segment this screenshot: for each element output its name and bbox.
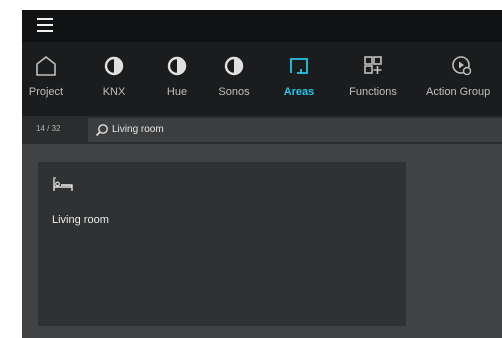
bed-icon: [53, 177, 73, 191]
nav-label-action-group: Action Group: [426, 86, 491, 98]
hamburger-menu-icon[interactable]: [37, 18, 53, 32]
nav-item-sonos[interactable]: Sonos: [212, 54, 256, 110]
half-circle-icon: [167, 56, 187, 76]
area-card-living-room[interactable]: Living room: [38, 162, 406, 326]
nav-label-knx: KNX: [102, 86, 126, 98]
area-card-name: Living room: [52, 214, 109, 226]
nav-item-action-group[interactable]: Action Group: [422, 54, 502, 110]
functions-grid-icon: [364, 56, 382, 74]
nav-label-areas: Areas: [283, 86, 315, 98]
nav-item-functions[interactable]: Functions: [340, 54, 406, 110]
area-icon: [290, 58, 308, 74]
search-icon: [95, 124, 108, 137]
main-nav: Project KNX Hue Sonos Areas Functions Ac…: [22, 42, 502, 116]
nav-item-areas[interactable]: Areas: [277, 54, 321, 110]
nav-item-project[interactable]: Project: [24, 54, 68, 110]
nav-label-hue: Hue: [166, 86, 188, 98]
filter-bar: 14 / 32 Living room: [22, 116, 502, 144]
house-icon: [36, 55, 56, 76]
result-counter: 14 / 32: [36, 124, 61, 133]
half-circle-icon: [224, 56, 244, 76]
nav-label-project: Project: [28, 86, 64, 98]
play-gear-icon: [452, 56, 472, 76]
nav-item-knx[interactable]: KNX: [94, 54, 134, 110]
half-circle-icon: [104, 56, 124, 76]
nav-label-sonos: Sonos: [218, 86, 250, 98]
nav-label-functions: Functions: [349, 86, 397, 98]
nav-item-hue[interactable]: Hue: [157, 54, 197, 110]
search-input[interactable]: Living room: [88, 118, 502, 142]
app-window: Project KNX Hue Sonos Areas Functions Ac…: [22, 10, 502, 338]
search-query: Living room: [112, 124, 164, 135]
top-bar: [22, 10, 502, 42]
